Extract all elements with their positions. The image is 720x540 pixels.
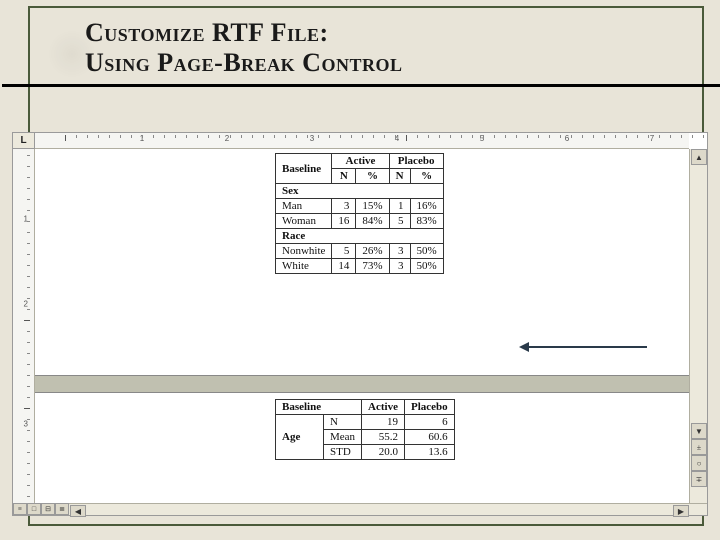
table-row: Age N 19 6 <box>276 415 455 430</box>
table-row: Baseline Active Placebo <box>276 400 455 415</box>
page-break-gap <box>35 375 689 393</box>
word-app-window: L 1 2 3 4 5 6 7 1 2 3 ▲ ▼ ± ○ ∓ <box>12 132 708 516</box>
tab-selector[interactable]: L <box>13 133 35 149</box>
cell-label: N <box>324 415 362 430</box>
page-break-arrow-icon <box>527 346 647 348</box>
browse-circle-icon: ○ <box>697 459 702 468</box>
bottom-bar: ≡ □ ⊟ ≣ ◀ ▶ <box>13 503 707 515</box>
title-line-2: Using Page-Break Control <box>85 48 702 78</box>
view-printlayout-icon: ⊟ <box>45 505 51 513</box>
view-weblayout-icon: □ <box>32 505 36 513</box>
v-ruler-num: 2 <box>24 300 28 309</box>
col-pct: % <box>356 169 389 184</box>
cell: 84% <box>356 214 389 229</box>
v-ruler-num: 3 <box>24 420 28 429</box>
table-row: Sex <box>276 184 444 199</box>
cell: 26% <box>356 244 389 259</box>
col-pct: % <box>410 169 443 184</box>
view-printlayout-button[interactable]: ⊟ <box>41 503 55 515</box>
double-down-icon: ∓ <box>696 475 703 484</box>
cell: 3 <box>389 259 410 274</box>
cell: 14 <box>332 259 356 274</box>
cell: 5 <box>332 244 356 259</box>
next-page-button[interactable]: ∓ <box>691 471 707 487</box>
title-line-1: Customize RTF File: <box>85 18 702 48</box>
cell-label: White <box>276 259 332 274</box>
cell-label: STD <box>324 445 362 460</box>
table-row: Race <box>276 229 444 244</box>
cell: 13.6 <box>404 445 454 460</box>
double-up-icon: ± <box>697 443 701 452</box>
col-n: N <box>389 169 410 184</box>
cell: 6 <box>404 415 454 430</box>
view-weblayout-button[interactable]: □ <box>27 503 41 515</box>
chevron-down-icon: ▼ <box>695 427 703 436</box>
h-ruler-num: 6 <box>565 134 569 143</box>
cell: 16% <box>410 199 443 214</box>
cell-label: Mean <box>324 430 362 445</box>
scroll-up-button[interactable]: ▲ <box>691 149 707 165</box>
baseline-table-1: Baseline Active Placebo N % N % Sex Man … <box>275 153 444 274</box>
cell: 15% <box>356 199 389 214</box>
baseline-table-2: Baseline Active Placebo Age N 19 6 Mean … <box>275 399 455 460</box>
table-row: Man 3 15% 1 16% <box>276 199 444 214</box>
chevron-left-icon: ◀ <box>75 507 81 516</box>
slide-frame: Customize RTF File: Using Page-Break Con… <box>28 6 704 526</box>
table-row: Nonwhite 5 26% 3 50% <box>276 244 444 259</box>
document-area[interactable]: Baseline Active Placebo N % N % Sex Man … <box>35 149 689 503</box>
col-placebo: Placebo <box>404 400 454 415</box>
table-row: Woman 16 84% 5 83% <box>276 214 444 229</box>
cell-label: Nonwhite <box>276 244 332 259</box>
cell: 83% <box>410 214 443 229</box>
cell-label: Man <box>276 199 332 214</box>
group-race: Race <box>276 229 444 244</box>
col-placebo: Placebo <box>389 154 443 169</box>
scroll-down-button[interactable]: ▼ <box>691 423 707 439</box>
view-outline-button[interactable]: ≣ <box>55 503 69 515</box>
view-normal-button[interactable]: ≡ <box>13 503 27 515</box>
table-row: White 14 73% 3 50% <box>276 259 444 274</box>
cell: 19 <box>362 415 405 430</box>
cell: 5 <box>389 214 410 229</box>
col-active: Active <box>332 154 389 169</box>
scroll-left-button[interactable]: ◀ <box>70 505 86 517</box>
h-ruler-ticks: 1 2 3 4 5 6 7 <box>65 135 689 147</box>
vertical-ruler[interactable]: 1 2 3 <box>13 149 35 503</box>
title-rule <box>2 84 720 87</box>
vertical-scrollbar[interactable]: ▲ ▼ ± ○ ∓ <box>689 149 707 503</box>
cell: 55.2 <box>362 430 405 445</box>
scroll-right-button[interactable]: ▶ <box>673 505 689 517</box>
prev-page-button[interactable]: ± <box>691 439 707 455</box>
cell: 50% <box>410 244 443 259</box>
cell: 20.0 <box>362 445 405 460</box>
title-block: Customize RTF File: Using Page-Break Con… <box>30 18 702 78</box>
browse-object-button[interactable]: ○ <box>691 455 707 471</box>
v-ruler-num: 1 <box>24 215 28 224</box>
cell: 3 <box>389 244 410 259</box>
cell: 60.6 <box>404 430 454 445</box>
col-active: Active <box>362 400 405 415</box>
cell: 50% <box>410 259 443 274</box>
h-ruler-num: 7 <box>650 134 654 143</box>
cell: 1 <box>389 199 410 214</box>
table-row: Baseline Active Placebo <box>276 154 444 169</box>
cell: 73% <box>356 259 389 274</box>
chevron-right-icon: ▶ <box>678 507 684 516</box>
col-n: N <box>332 169 356 184</box>
horizontal-ruler[interactable]: L 1 2 3 4 5 6 7 <box>35 133 689 149</box>
col-baseline: Baseline <box>276 400 362 415</box>
col-baseline: Baseline <box>276 154 332 184</box>
group-sex: Sex <box>276 184 444 199</box>
tab-l-icon: L <box>20 135 26 146</box>
h-ruler-num: 3 <box>310 134 314 143</box>
cell: 3 <box>332 199 356 214</box>
chevron-up-icon: ▲ <box>695 153 703 162</box>
cell: 16 <box>332 214 356 229</box>
group-age: Age <box>276 415 324 460</box>
h-ruler-num: 2 <box>225 134 229 143</box>
view-outline-icon: ≣ <box>59 505 65 513</box>
cell-label: Woman <box>276 214 332 229</box>
view-normal-icon: ≡ <box>18 505 22 513</box>
